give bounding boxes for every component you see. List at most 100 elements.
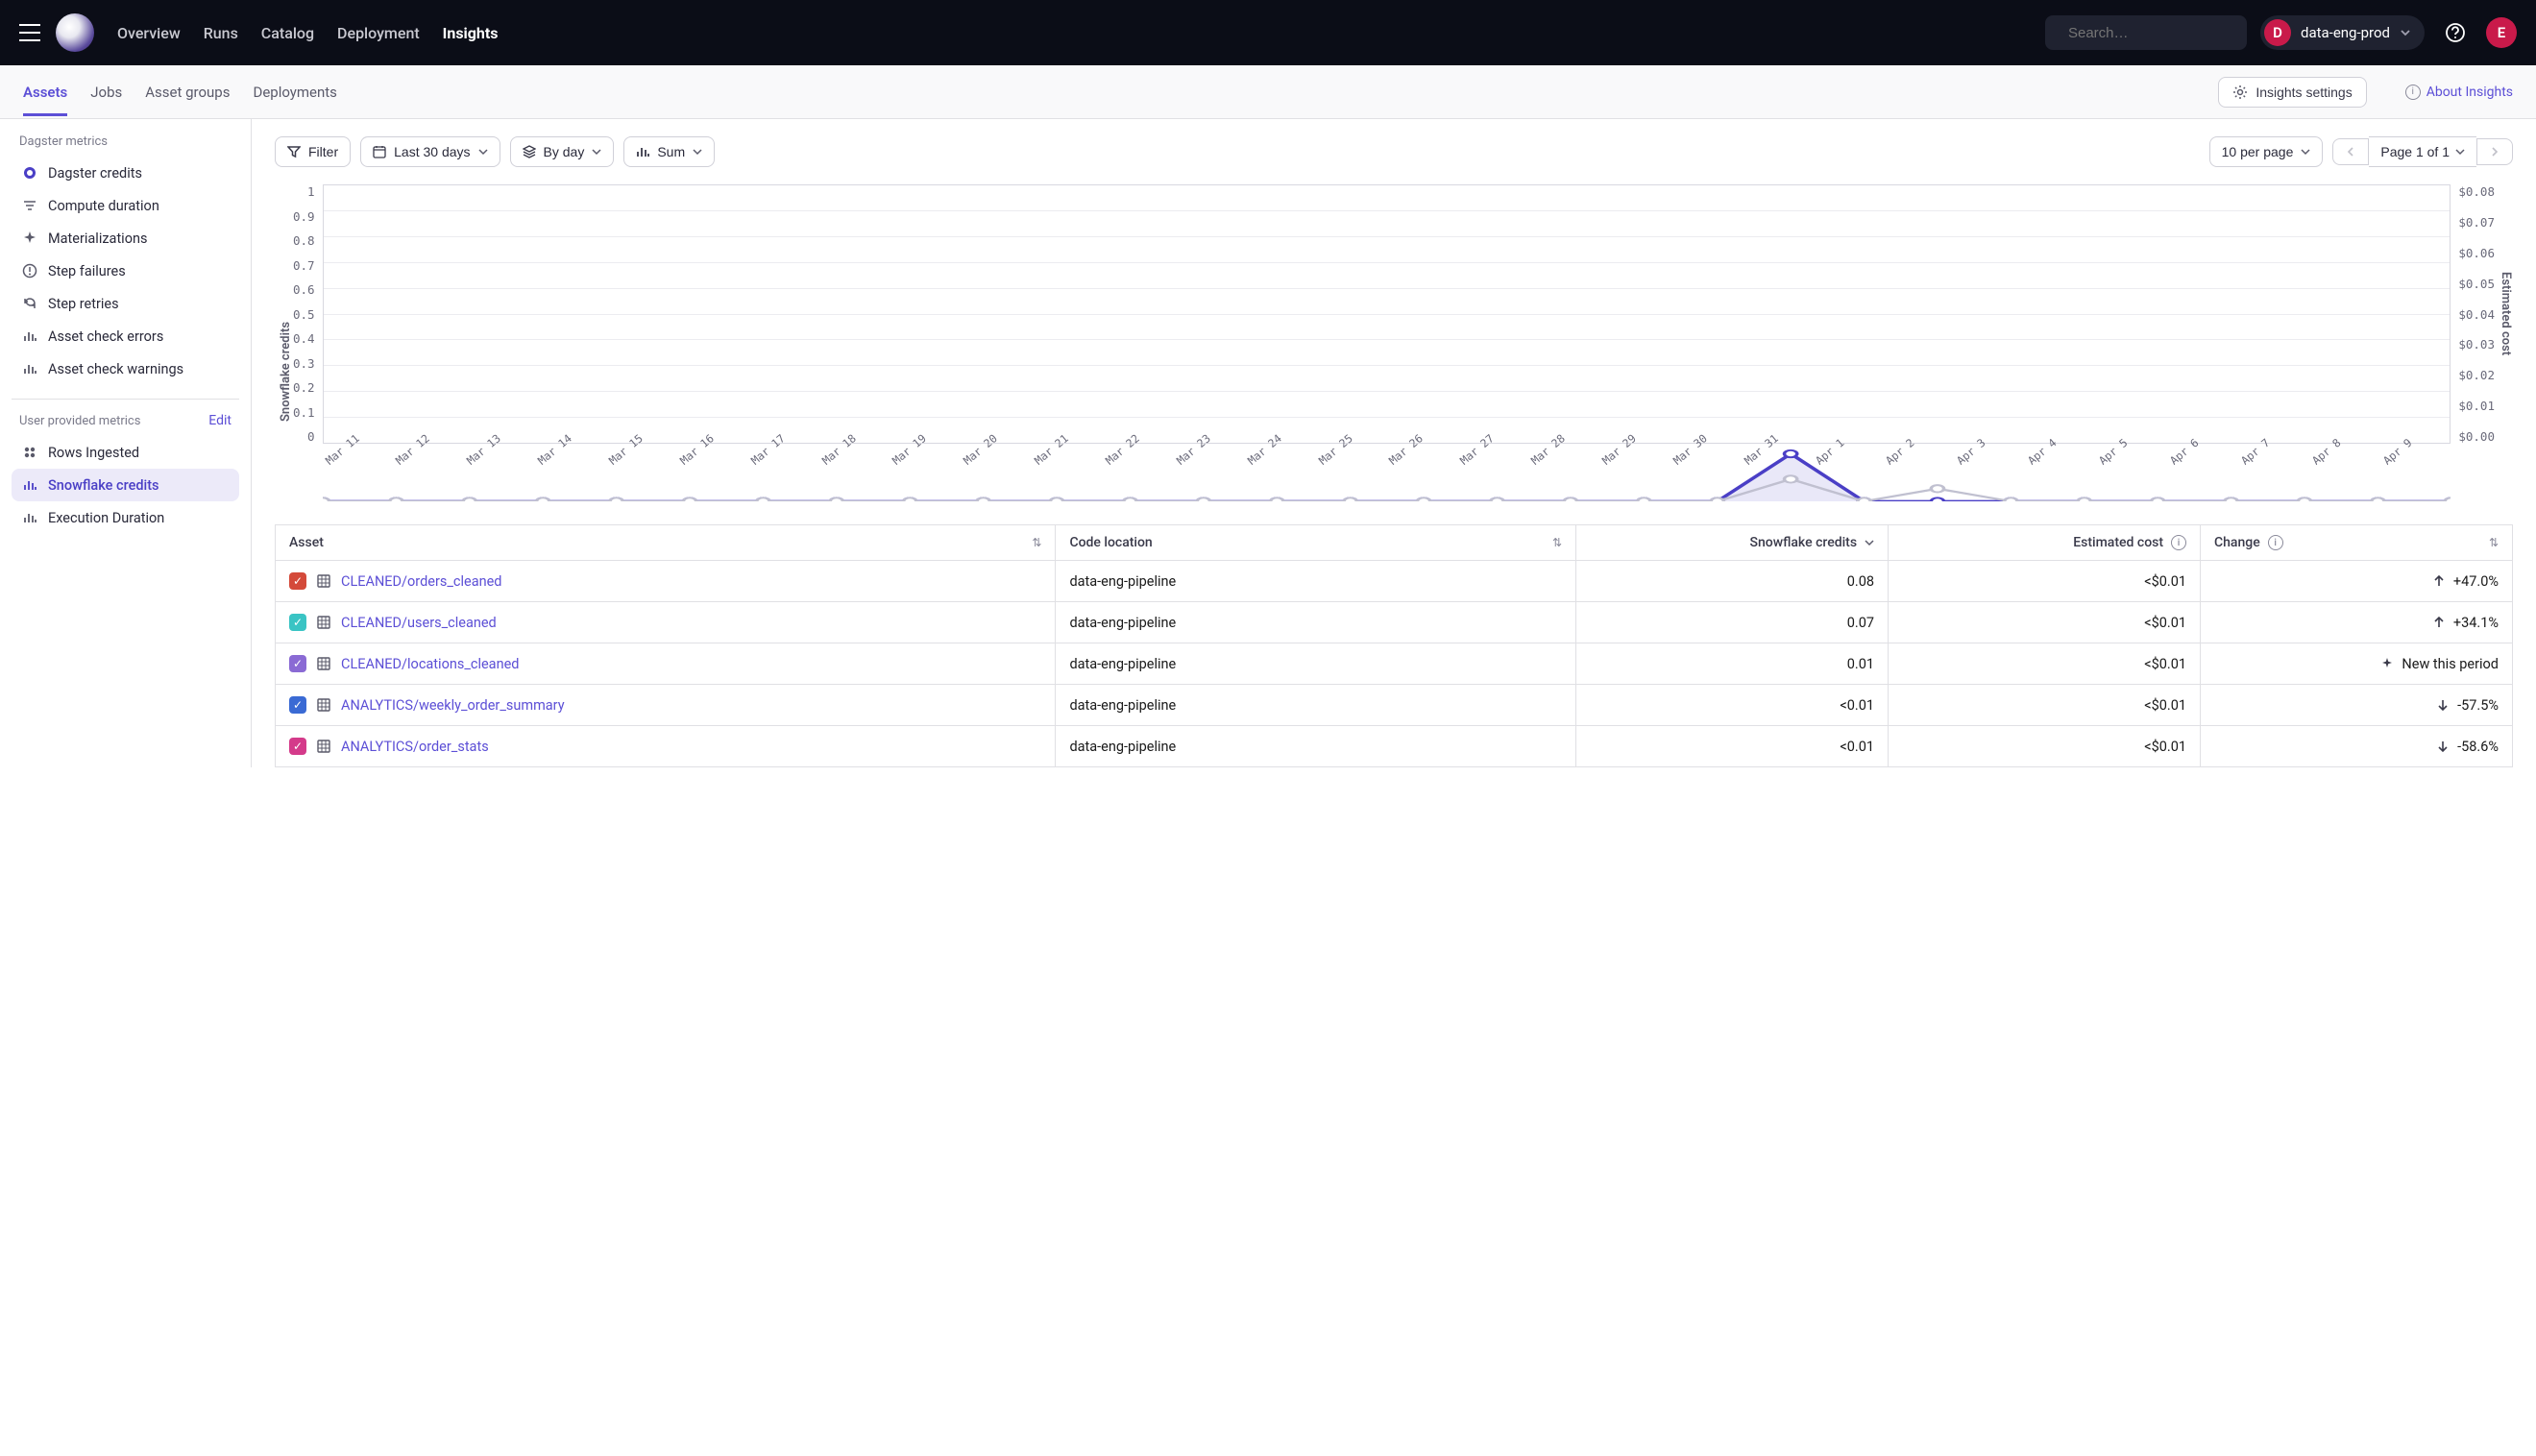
row-checkbox[interactable]: ✓ [289, 614, 306, 631]
sidebar-item-label: Rows Ingested [48, 445, 139, 461]
row-checkbox[interactable]: ✓ [289, 738, 306, 755]
sidebar-item-rows-ingested[interactable]: Rows Ingested [12, 436, 239, 469]
about-insights-link[interactable]: i About Insights [2405, 85, 2513, 100]
col-change[interactable]: Change [2214, 535, 2260, 550]
code-location-cell: data-eng-pipeline [1056, 726, 1576, 767]
page-indicator[interactable]: Page 1 of 1 [2369, 136, 2476, 167]
credits-cell: 0.07 [1576, 602, 1889, 643]
sidebar-item-dagster-credits[interactable]: Dagster credits [12, 157, 239, 189]
sidebar-item-step-failures[interactable]: Step failures [12, 255, 239, 287]
info-icon[interactable]: i [2171, 535, 2186, 550]
sparkle-icon [21, 230, 38, 247]
search-input[interactable] [2068, 25, 2259, 41]
layers-icon [523, 145, 536, 158]
perpage-button[interactable]: 10 per page [2209, 136, 2324, 167]
credits-cell: 0.01 [1576, 643, 1889, 685]
subnav: Assets Jobs Asset groups Deployments Ins… [0, 65, 2536, 119]
edit-metrics-link[interactable]: Edit [208, 413, 232, 428]
avatar[interactable]: E [2486, 17, 2517, 48]
tab-deployments[interactable]: Deployments [253, 68, 336, 116]
col-credits[interactable]: Snowflake credits [1749, 535, 1857, 550]
nav-runs[interactable]: Runs [204, 24, 238, 42]
sidebar-item-label: Dagster credits [48, 165, 142, 182]
chart-plot[interactable]: Mar 11Mar 12Mar 13Mar 14Mar 15Mar 16Mar … [323, 184, 2451, 501]
cost-cell: <$0.01 [1889, 602, 2201, 643]
table-row: ✓ CLEANED/locations_cleaned data-eng-pipel… [276, 643, 2513, 685]
logo[interactable] [56, 13, 94, 52]
sort-icon[interactable]: ⇅ [1552, 536, 1562, 549]
sidebar-item-step-retries[interactable]: Step retries [12, 287, 239, 320]
change-dir-icon [2380, 657, 2394, 670]
sidebar-item-label: Compute duration [48, 198, 159, 214]
code-location-cell: data-eng-pipeline [1056, 602, 1576, 643]
row-checkbox[interactable]: ✓ [289, 696, 306, 714]
tab-asset-groups[interactable]: Asset groups [145, 68, 230, 116]
asset-link[interactable]: ANALYTICS/order_stats [341, 739, 489, 755]
sidebar: Dagster metrics Dagster credits Compute d… [0, 119, 252, 767]
top-nav: Overview Runs Catalog Deployment Insight… [0, 0, 2536, 65]
change-value: +47.0% [2453, 573, 2499, 590]
grouping-button[interactable]: By day [510, 136, 615, 167]
filter-button[interactable]: Filter [275, 136, 351, 167]
col-cost[interactable]: Estimated cost [2073, 535, 2163, 550]
duration-icon [21, 197, 38, 214]
nav-insights[interactable]: Insights [443, 24, 499, 42]
asset-link[interactable]: ANALYTICS/weekly_order_summary [341, 697, 565, 714]
prev-page-button[interactable] [2332, 138, 2369, 165]
chevron-down-icon[interactable] [1865, 538, 1874, 547]
dagster-icon [21, 164, 38, 182]
insights-settings-button[interactable]: Insights settings [2218, 77, 2366, 108]
chevron-down-icon [2301, 147, 2310, 157]
gear-icon [2232, 85, 2248, 100]
asset-link[interactable]: CLEANED/locations_cleaned [341, 656, 519, 672]
deployment-selector[interactable]: D data-eng-prod [2260, 15, 2425, 50]
sidebar-item-compute-duration[interactable]: Compute duration [12, 189, 239, 222]
nav-deployment[interactable]: Deployment [337, 24, 420, 42]
nav-catalog[interactable]: Catalog [261, 24, 314, 42]
nav-overview[interactable]: Overview [117, 24, 181, 42]
sort-icon[interactable]: ⇅ [2489, 536, 2499, 549]
tab-jobs[interactable]: Jobs [90, 68, 122, 116]
info-icon[interactable]: i [2268, 535, 2283, 550]
asset-link[interactable]: CLEANED/users_cleaned [341, 615, 497, 631]
content: Filter Last 30 days By day Sum 10 per pa… [252, 119, 2536, 767]
sidebar-item-execution-duration[interactable]: Execution Duration [12, 501, 239, 534]
table-icon [316, 656, 331, 671]
row-checkbox[interactable]: ✓ [289, 572, 306, 590]
cost-cell: <$0.01 [1889, 726, 2201, 767]
sidebar-item-label: Materializations [48, 231, 147, 247]
barchart-icon [636, 145, 649, 158]
next-page-button[interactable] [2476, 138, 2513, 165]
tab-assets[interactable]: Assets [23, 68, 67, 116]
y-axis-left: 10.90.80.70.60.50.40.30.20.10 [293, 184, 323, 501]
aggregation-button[interactable]: Sum [623, 136, 715, 167]
sidebar-item-asset-check-warnings[interactable]: Asset check warnings [12, 352, 239, 385]
arrow-left-icon [2345, 146, 2356, 158]
sidebar-item-label: Step retries [48, 296, 119, 312]
row-checkbox[interactable]: ✓ [289, 655, 306, 672]
col-code-location[interactable]: Code location [1069, 535, 1152, 550]
sidebar-item-asset-check-errors[interactable]: Asset check errors [12, 320, 239, 352]
col-asset[interactable]: Asset [289, 535, 324, 550]
daterange-button[interactable]: Last 30 days [360, 136, 500, 167]
sort-icon[interactable]: ⇅ [1032, 536, 1041, 549]
change-value: +34.1% [2453, 615, 2499, 631]
table-icon [316, 615, 331, 630]
chevron-down-icon [478, 147, 488, 157]
filter-icon [287, 145, 301, 158]
table-icon [316, 697, 331, 713]
asset-link[interactable]: CLEANED/orders_cleaned [341, 573, 501, 590]
rows-icon [21, 444, 38, 461]
sidebar-item-label: Step failures [48, 263, 126, 279]
sidebar-section-dagster: Dagster metrics [12, 134, 239, 149]
menu-toggle-icon[interactable] [19, 24, 40, 41]
insights-settings-label: Insights settings [2256, 85, 2352, 100]
nav-links: Overview Runs Catalog Deployment Insight… [117, 24, 499, 42]
sidebar-item-snowflake-credits[interactable]: Snowflake credits [12, 469, 239, 501]
chevron-down-icon [592, 147, 601, 157]
code-location-cell: data-eng-pipeline [1056, 643, 1576, 685]
search-box[interactable]: / [2045, 15, 2247, 50]
help-icon[interactable] [2438, 15, 2473, 50]
sidebar-item-materializations[interactable]: Materializations [12, 222, 239, 255]
table-row: ✓ CLEANED/users_cleaned data-eng-pipeline0… [276, 602, 2513, 643]
